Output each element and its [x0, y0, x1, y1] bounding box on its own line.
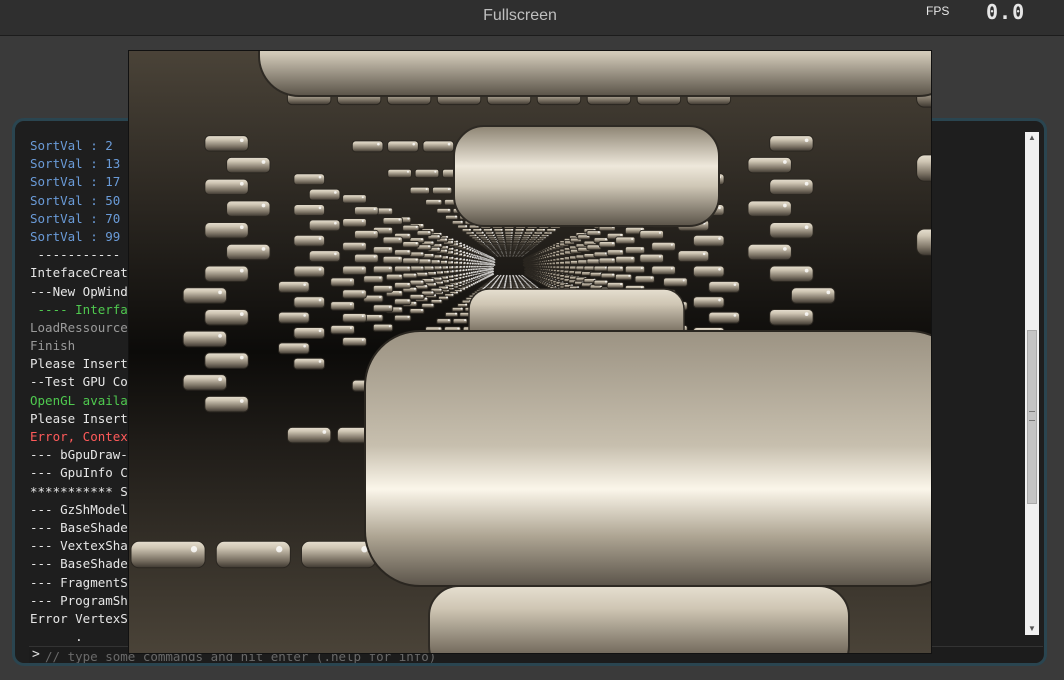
console-scrollbar[interactable]: ▲ ▼: [1025, 132, 1039, 635]
arrow-down-icon[interactable]: ▼: [1025, 623, 1039, 635]
render-canvas[interactable]: [128, 50, 932, 654]
3d-scene: [129, 51, 931, 653]
prompt-caret-icon: >: [32, 647, 40, 662]
grip-icon: [1029, 411, 1035, 421]
title-bar: Fullscreen FPS 0.0: [0, 0, 1064, 36]
arrow-up-icon[interactable]: ▲: [1025, 132, 1039, 144]
window-title: Fullscreen: [483, 7, 557, 24]
fps-value: 0.0: [986, 0, 1026, 24]
fps-label: FPS: [926, 4, 950, 18]
scrollbar-thumb[interactable]: [1027, 330, 1037, 504]
